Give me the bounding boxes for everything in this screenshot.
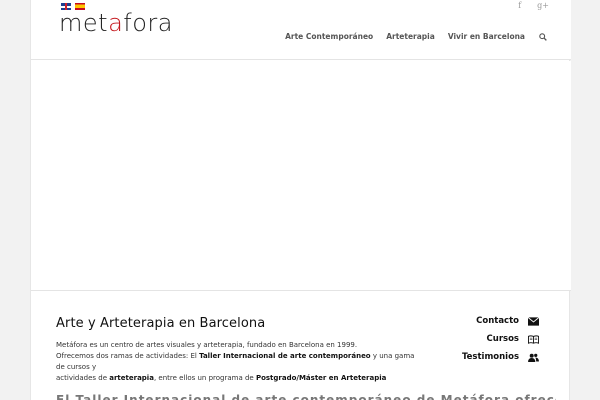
taller-link[interactable]: Taller Internacional de arte contemporán… [199,352,371,360]
intro-line-3c: , entre ellos un programa de [153,374,256,382]
postgrado-link[interactable]: Postgrado/Máster en Arteterapia [256,374,386,382]
logo-text-accent: a [108,9,124,37]
envelope-icon [528,316,539,326]
facebook-icon[interactable]: f [518,1,521,10]
contacto-label: Contacto [476,316,519,326]
nav-item-arteterapia[interactable]: Arteterapia [386,32,435,41]
cursos-label: Cursos [486,334,519,344]
nav-item-arte-contemporaneo[interactable]: Arte Contemporáneo [285,32,373,41]
intro-line-1: Metáfora es un centro de artes visuales … [56,341,358,349]
book-icon [528,334,539,344]
next-section-heading: El Taller Internacional de arte contempo… [56,393,556,400]
quick-links: Contacto Cursos Testimonios [462,316,539,362]
site-logo[interactable]: metafora [59,9,173,37]
users-icon [528,353,539,362]
nav-item-vivir-en-barcelona[interactable]: Vivir en Barcelona [448,32,525,41]
logo-text-start: met [59,9,109,37]
main-nav: Arte Contemporáneo Arteterapia Vivir en … [285,32,547,41]
search-icon[interactable] [539,32,547,41]
site-header: f g+ metafora Arte Contemporáneo Arteter… [31,0,571,60]
arteterapia-link[interactable]: arteterapia [109,374,154,382]
page-title: Arte y Arteterapia en Barcelona [56,316,266,331]
intro-line-3a: actividades de [56,374,110,382]
intro-section: Arte y Arteterapia en Barcelona Metáfora… [56,316,416,384]
cursos-link[interactable]: Cursos [487,334,539,344]
contacto-link[interactable]: Contacto [476,316,539,326]
intro-text: Metáfora es un centro de artes visuales … [56,340,416,384]
google-plus-icon[interactable]: g+ [537,1,549,10]
logo-text-end: fora [123,9,173,37]
social-links: f g+ [518,1,549,10]
intro-line-2a: Ofrecemos dos ramas de actividades: El [56,352,200,360]
testimonios-link[interactable]: Testimonios [462,352,539,362]
testimonios-label: Testimonios [461,352,519,362]
page-container: f g+ metafora Arte Contemporáneo Arteter… [30,0,571,400]
hero-area [31,61,571,291]
